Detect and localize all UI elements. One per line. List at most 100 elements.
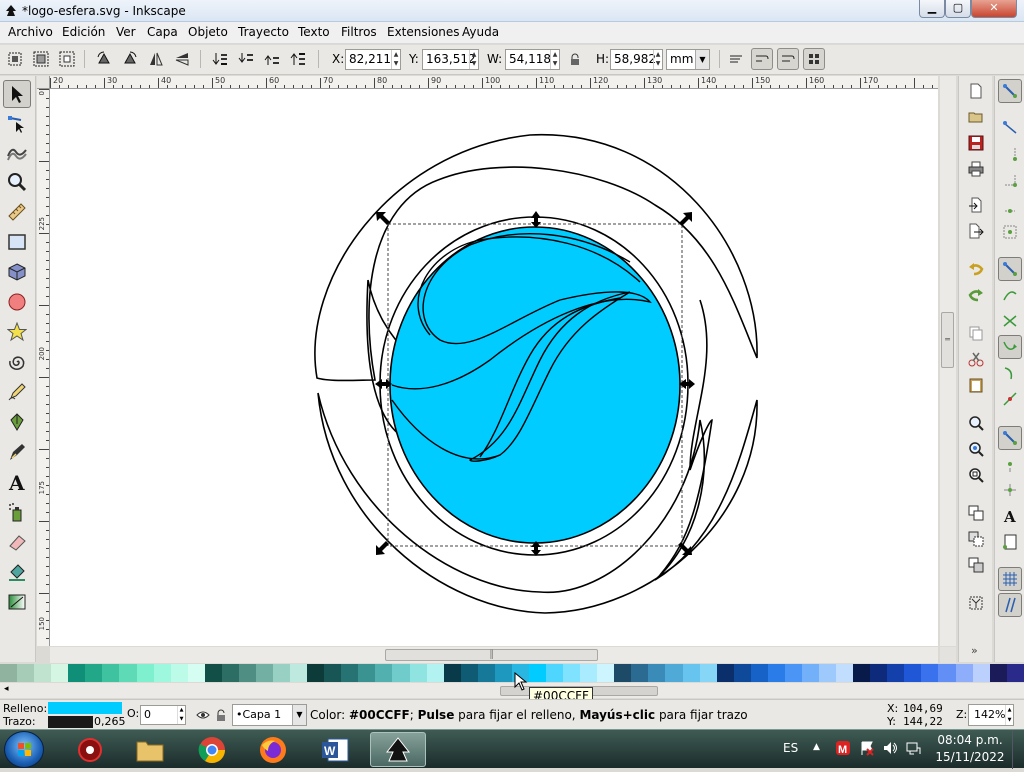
resize-handle-n[interactable] [531, 211, 541, 228]
zoom-spin-arrows[interactable]: ▲ ▼ [1005, 705, 1013, 725]
speaker-icon[interactable] [882, 740, 898, 756]
horizontal-ruler[interactable]: 20 30 40 50 60 70 80 90 100 110 120 130 140 150 160 170 [50, 76, 938, 89]
menu-trayecto[interactable]: Trayecto [238, 25, 289, 39]
y-spin-arrows[interactable]: ▲ ▼ [469, 50, 478, 69]
palette-swatch[interactable] [836, 664, 854, 682]
menu-ayuda[interactable]: Ayuda [462, 25, 499, 39]
palette-left-arrow-icon[interactable]: ◂ [4, 684, 9, 694]
resize-handle-nw[interactable] [376, 212, 390, 225]
palette-swatch[interactable] [870, 664, 888, 682]
xml-editor-button[interactable] [966, 593, 986, 613]
x-spin-arrows[interactable]: ▲ ▼ [391, 50, 400, 69]
rotate-ccw-button[interactable] [93, 48, 115, 70]
unlink-clone-button[interactable] [966, 555, 986, 575]
palette-swatch[interactable] [938, 664, 956, 682]
w-spin-arrows[interactable]: ▲ ▼ [550, 50, 559, 69]
palette-swatch[interactable] [324, 664, 342, 682]
palette-swatch[interactable] [0, 664, 18, 682]
menu-capa[interactable]: Capa [147, 25, 178, 39]
snap-smooth-nodes-button[interactable] [998, 361, 1022, 385]
paste-button[interactable] [966, 375, 986, 395]
rotate-cw-button[interactable] [119, 48, 141, 70]
text-tool[interactable]: A [3, 468, 31, 496]
menu-edicion[interactable]: Edición [62, 25, 105, 39]
paint-bucket-tool[interactable] [3, 558, 31, 586]
open-button[interactable] [966, 107, 986, 127]
palette-swatch[interactable] [989, 664, 1007, 682]
opacity-input[interactable]: 0 ▲ ▼ [140, 705, 186, 725]
opacity-spin-arrows[interactable]: ▲ ▼ [177, 706, 185, 724]
taskbar-app-word[interactable]: W [307, 732, 363, 767]
taskbar-app-explorer[interactable] [122, 732, 178, 767]
palette-swatch[interactable] [102, 664, 120, 682]
vertical-scroll-thumb[interactable]: ═ [941, 312, 954, 368]
move-gradients-button[interactable] [777, 48, 799, 70]
stroke-indicator[interactable] [48, 716, 93, 728]
minimize-button[interactable]: ▁ [919, 0, 945, 18]
calligraphy-tool[interactable] [3, 438, 31, 466]
snap-bbox-corner-button[interactable] [998, 168, 1022, 192]
palette-swatch[interactable] [426, 664, 444, 682]
palette-swatch[interactable] [34, 664, 52, 682]
network-icon[interactable] [905, 740, 921, 756]
snap-bbox-center-button[interactable] [998, 220, 1022, 244]
rectangle-tool[interactable] [3, 228, 31, 256]
palette-swatch[interactable] [341, 664, 359, 682]
snap-page-border-button[interactable] [998, 530, 1022, 554]
deselect-button[interactable] [56, 48, 78, 70]
snap-enable-button[interactable] [998, 79, 1022, 103]
palette-swatch[interactable] [443, 664, 461, 682]
palette-swatch[interactable] [51, 664, 69, 682]
clock-date[interactable]: 15/11/2022 [935, 750, 1005, 764]
palette-swatch[interactable] [358, 664, 376, 682]
palette-swatch[interactable] [238, 664, 256, 682]
palette-swatch[interactable] [904, 664, 922, 682]
palette-swatch[interactable] [460, 664, 478, 682]
undo-button[interactable] [966, 259, 986, 279]
scale-corners-button[interactable] [751, 48, 773, 70]
more-commands-chevron-icon[interactable]: » [971, 644, 978, 657]
palette-swatch[interactable] [375, 664, 393, 682]
y-input[interactable]: 163,512 ▲ ▼ [422, 49, 479, 70]
eraser-tool[interactable] [3, 528, 31, 556]
palette-swatch[interactable] [921, 664, 939, 682]
lower-button[interactable] [235, 48, 257, 70]
palette-swatch[interactable] [580, 664, 598, 682]
new-document-button[interactable] [966, 81, 986, 101]
close-button[interactable]: ✕ [971, 0, 1017, 18]
antivirus-tray-icon[interactable]: M [835, 740, 851, 756]
units-select[interactable]: mm ▼ [666, 49, 710, 70]
eye-icon[interactable] [196, 710, 210, 720]
palette-swatch[interactable] [68, 664, 86, 682]
menu-filtros[interactable]: Filtros [341, 25, 377, 39]
tray-expand-icon[interactable]: ▲ [813, 742, 820, 752]
import-button[interactable] [966, 195, 986, 215]
palette-swatch[interactable] [699, 664, 717, 682]
palette-swatch[interactable] [153, 664, 171, 682]
palette-swatch[interactable] [136, 664, 154, 682]
move-patterns-button[interactable] [803, 48, 825, 70]
snap-text-baseline-button[interactable]: A [998, 504, 1022, 528]
palette-swatch[interactable] [307, 664, 325, 682]
raise-to-top-button[interactable] [287, 48, 309, 70]
palette-swatch[interactable] [631, 664, 649, 682]
palette-swatch[interactable] [204, 664, 222, 682]
palette-swatch[interactable] [563, 664, 581, 682]
scale-stroke-button[interactable] [725, 48, 747, 70]
tweak-tool[interactable] [3, 138, 31, 166]
raise-button[interactable] [261, 48, 283, 70]
color-palette[interactable] [0, 664, 1024, 682]
menu-texto[interactable]: Texto [298, 25, 330, 39]
menu-objeto[interactable]: Objeto [188, 25, 228, 39]
palette-swatch[interactable] [819, 664, 837, 682]
x-input[interactable]: 82,211 ▲ ▼ [345, 49, 401, 70]
flip-horizontal-button[interactable] [145, 48, 167, 70]
duplicate-button[interactable] [966, 503, 986, 523]
vertical-ruler[interactable]: 0 225 200 175 150 [37, 89, 50, 646]
palette-swatch[interactable] [85, 664, 103, 682]
zoom-selection-button[interactable] [966, 413, 986, 433]
menu-extensiones[interactable]: Extensiones [387, 25, 460, 39]
palette-swatch[interactable] [17, 664, 35, 682]
flip-vertical-button[interactable] [171, 48, 193, 70]
palette-swatch[interactable] [409, 664, 427, 682]
